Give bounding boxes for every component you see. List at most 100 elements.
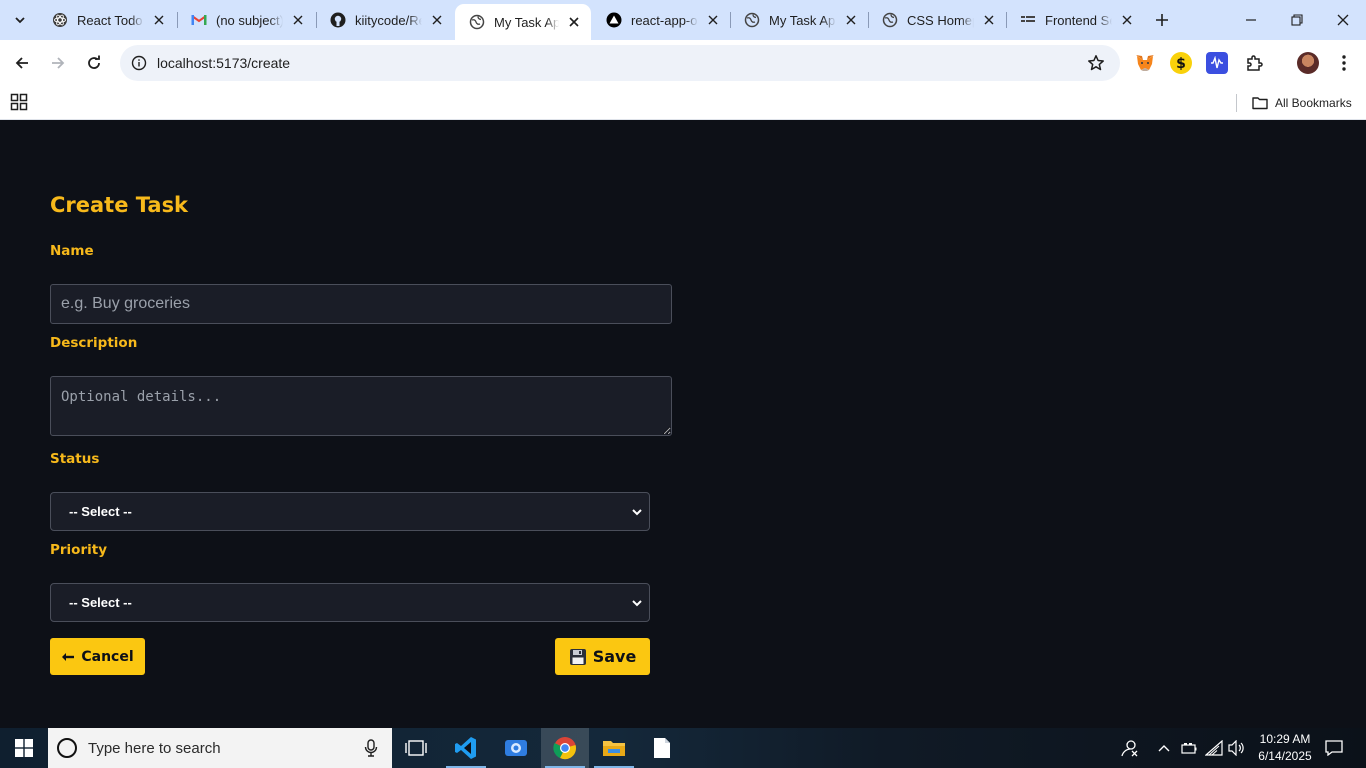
profile-avatar[interactable] (1297, 52, 1319, 74)
arrow-left-icon (15, 57, 28, 69)
close-icon[interactable] (428, 11, 446, 29)
restore-button[interactable] (1274, 0, 1320, 40)
extension-waveform-icon[interactable] (1206, 52, 1228, 74)
notepad-taskbar-button[interactable] (638, 728, 686, 768)
address-bar[interactable]: localhost:5173/create (120, 45, 1120, 81)
name-label: Name (50, 243, 94, 259)
status-select[interactable]: -- Select -- (50, 492, 650, 531)
restore-icon (1291, 14, 1303, 26)
description-label: Description (50, 335, 138, 351)
folder-icon (1252, 97, 1268, 110)
tab-search-button[interactable] (6, 6, 34, 34)
tab-title: React Todo App (77, 12, 144, 28)
floppy-disk-icon (569, 648, 587, 666)
vscode-icon (455, 737, 476, 759)
taskbar-search-placeholder: Type here to search (88, 739, 221, 757)
wifi-icon[interactable] (1202, 728, 1226, 768)
clock-time: 10:29 AM (1259, 732, 1311, 746)
close-icon[interactable] (704, 11, 722, 29)
forward-button[interactable] (42, 47, 74, 79)
metamask-extension-icon[interactable] (1134, 52, 1156, 74)
show-hidden-icons-chevron-up-icon[interactable] (1152, 728, 1176, 768)
notifications-icon[interactable] (1320, 728, 1348, 768)
all-bookmarks-button[interactable]: All Bookmarks (1252, 92, 1352, 114)
priority-selected-value: -- Select -- (69, 595, 132, 610)
tab-title: react-app-ol (631, 12, 698, 28)
tab-title: Frontend Se (1045, 12, 1112, 28)
close-icon (1337, 14, 1349, 26)
close-icon[interactable] (150, 11, 168, 29)
chevron-down-icon (632, 600, 642, 607)
priority-select[interactable]: -- Select -- (50, 583, 650, 622)
tab-github[interactable]: kiitycode/React (316, 6, 454, 34)
cancel-button[interactable]: Cancel (50, 638, 145, 675)
new-tab-button[interactable] (1148, 6, 1176, 34)
close-window-button[interactable] (1320, 0, 1366, 40)
close-icon[interactable] (565, 13, 583, 31)
save-button[interactable]: Save (555, 638, 650, 675)
close-icon[interactable] (1118, 11, 1136, 29)
bookmark-star-icon[interactable] (1086, 53, 1106, 73)
start-button[interactable] (0, 728, 48, 768)
save-label: Save (592, 647, 637, 666)
description-textarea[interactable] (50, 376, 672, 436)
react-icon (52, 12, 68, 28)
browser-menu-button[interactable] (1333, 52, 1355, 74)
reload-button[interactable] (78, 47, 110, 79)
camera-app-taskbar-button[interactable] (492, 728, 540, 768)
back-button[interactable] (6, 47, 38, 79)
folder-icon (603, 741, 625, 756)
name-input[interactable] (50, 284, 672, 324)
task-view-button[interactable] (392, 728, 440, 768)
volume-icon[interactable] (1226, 728, 1248, 768)
browser-toolbar: localhost:5173/create $ (0, 40, 1366, 86)
list-icon (1020, 12, 1036, 28)
vercel-icon (606, 12, 622, 28)
chrome-taskbar-button[interactable] (541, 728, 589, 768)
browser-tab-strip: React Todo App (no subject) kiitycode/Re… (0, 0, 1366, 40)
cancel-label: Cancel (81, 648, 134, 665)
tab-my-task-app[interactable]: My Task App (730, 6, 868, 34)
taskbar-search-box[interactable]: Type here to search (48, 728, 392, 768)
close-icon[interactable] (289, 11, 307, 29)
extensions-puzzle-icon[interactable] (1243, 52, 1265, 74)
close-icon[interactable] (980, 11, 998, 29)
microphone-icon[interactable] (364, 739, 378, 757)
tab-title: (no subject) (216, 12, 283, 28)
bookmarks-bar: All Bookmarks (0, 86, 1366, 120)
file-explorer-taskbar-button[interactable] (590, 728, 638, 768)
status-selected-value: -- Select -- (69, 504, 132, 519)
task-view-icon (405, 740, 427, 756)
minimize-button[interactable] (1228, 0, 1274, 40)
search-icon (57, 738, 77, 758)
windows-taskbar: Type here to search 10:29 AM 6/14/2025 (0, 728, 1366, 768)
taskbar-clock[interactable]: 10:29 AM 6/14/2025 (1250, 731, 1320, 765)
minimize-icon (1246, 19, 1256, 21)
globe-icon (469, 14, 485, 30)
site-info-icon[interactable] (121, 45, 157, 81)
svg-text:$: $ (1176, 56, 1186, 71)
apps-grid-icon[interactable] (10, 93, 30, 113)
document-icon (654, 738, 670, 758)
all-bookmarks-label: All Bookmarks (1275, 96, 1352, 110)
status-label: Status (50, 451, 100, 467)
tab-title: My Task App (494, 14, 559, 30)
tab-gmail[interactable]: (no subject) (177, 6, 315, 34)
battery-icon[interactable] (1178, 728, 1200, 768)
tab-react-app-vercel[interactable]: react-app-ol (592, 6, 730, 34)
extension-dollar-icon[interactable]: $ (1170, 52, 1192, 74)
gmail-icon (191, 12, 207, 28)
tab-react-todo-app[interactable]: React Todo App (38, 6, 176, 34)
tab-frontend[interactable]: Frontend Se (1006, 6, 1144, 34)
windows-logo-icon (15, 739, 33, 757)
people-icon[interactable] (1116, 728, 1142, 768)
vscode-taskbar-button[interactable] (442, 728, 490, 768)
tab-my-task-app-active[interactable]: My Task App (455, 4, 591, 40)
tab-css-homepage[interactable]: CSS Homepage (868, 6, 1006, 34)
reload-icon (88, 55, 100, 69)
globe-icon (744, 12, 760, 28)
close-icon[interactable] (842, 11, 860, 29)
clock-date: 6/14/2025 (1258, 749, 1312, 763)
chrome-icon (553, 737, 576, 760)
plus-icon (1156, 14, 1168, 26)
